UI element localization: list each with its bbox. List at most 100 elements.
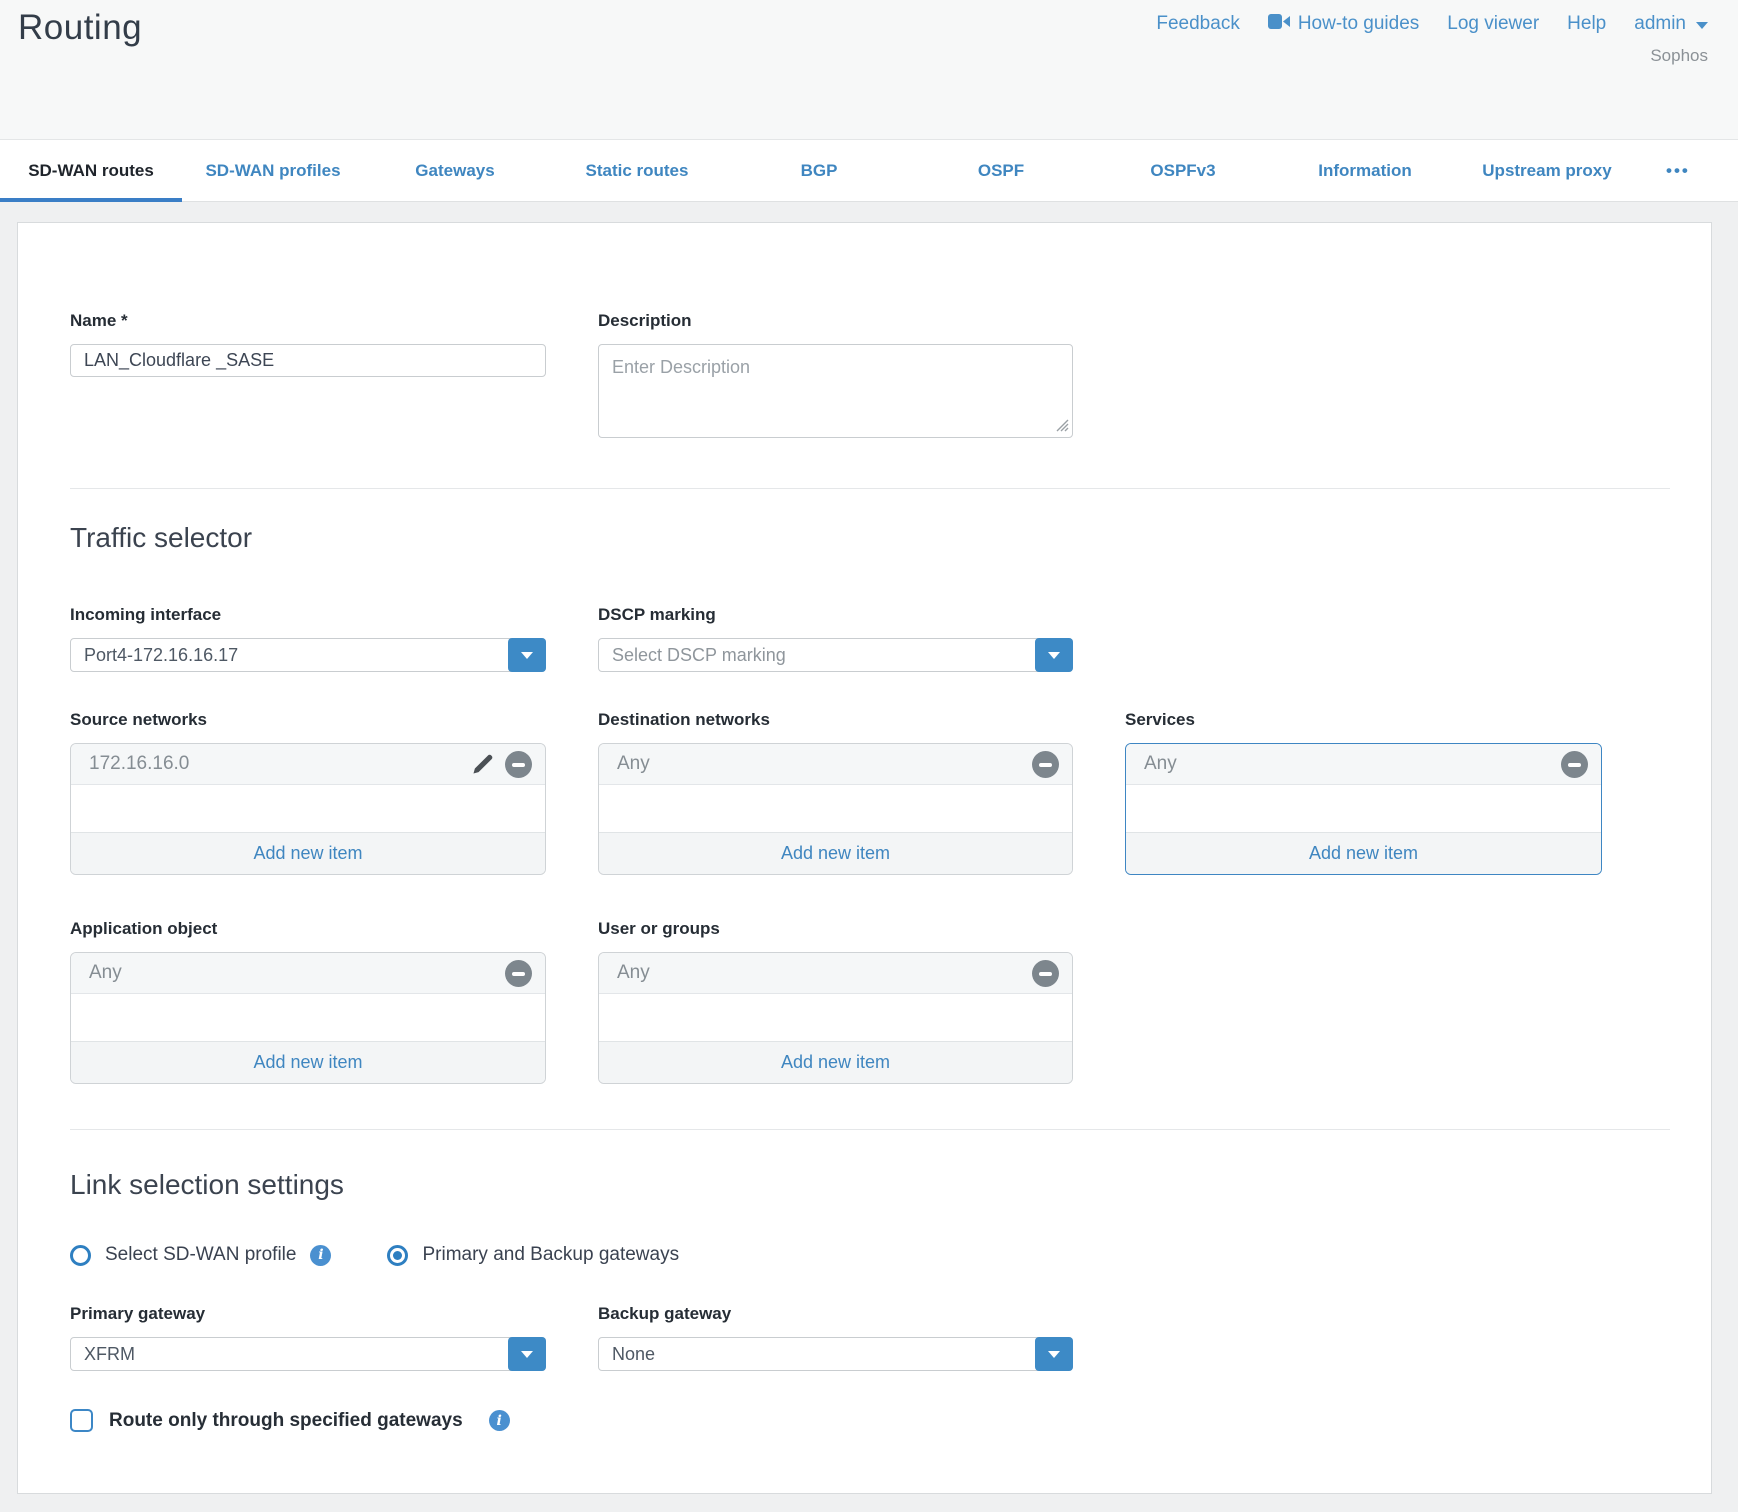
networks-row: Source networks 172.16.16.0 Add new item… [70, 710, 1711, 875]
dscp-marking-select[interactable]: Select DSCP marking [598, 638, 1073, 672]
edit-pencil-icon[interactable] [470, 751, 496, 777]
admin-menu[interactable]: admin [1634, 13, 1708, 35]
caret-down-icon [521, 1351, 533, 1358]
dscp-marking-group: DSCP marking Select DSCP marking [598, 605, 1073, 672]
remove-item-icon[interactable] [1032, 960, 1059, 987]
tabs-more-button[interactable]: ••• [1638, 140, 1738, 201]
tab-sdwan-profiles[interactable]: SD-WAN profiles [182, 140, 364, 201]
user-or-groups-label: User or groups [598, 919, 1073, 939]
traffic-selector-heading: Traffic selector [70, 521, 1711, 555]
list-item: Any [1126, 744, 1601, 785]
section-divider [70, 488, 1670, 489]
remove-item-icon[interactable] [505, 960, 532, 987]
primary-gateway-select[interactable]: XFRM [70, 1337, 546, 1371]
radio-unselected-icon [70, 1245, 91, 1266]
interface-dscp-row: Incoming interface Port4-172.16.16.17 DS… [70, 605, 1711, 672]
add-new-item-button[interactable]: Add new item [1126, 832, 1601, 874]
help-link[interactable]: Help [1567, 13, 1606, 35]
remove-item-icon[interactable] [1032, 751, 1059, 778]
services-group: Services Any Add new item [1125, 710, 1602, 875]
link-selection-radio-row: Select SD-WAN profile i Primary and Back… [70, 1244, 1711, 1266]
item-box-empty-area [71, 994, 545, 1041]
top-nav: Feedback How-to guides Log viewer Help a… [1156, 13, 1708, 35]
add-new-item-button[interactable]: Add new item [599, 832, 1072, 874]
source-networks-box: 172.16.16.0 Add new item [70, 743, 546, 875]
list-item: Any [71, 953, 545, 994]
radio-option-primary-backup[interactable]: Primary and Backup gateways [387, 1244, 679, 1266]
tab-information[interactable]: Information [1274, 140, 1456, 201]
name-description-row: Name * Description [70, 311, 1711, 443]
destination-networks-label: Destination networks [598, 710, 1073, 730]
item-box-empty-area [599, 785, 1072, 832]
brand-label: Sophos [1650, 46, 1708, 66]
required-marker: * [121, 311, 128, 330]
source-networks-label: Source networks [70, 710, 546, 730]
primary-gateway-group: Primary gateway XFRM [70, 1304, 546, 1371]
link-selection-heading: Link selection settings [70, 1168, 1711, 1202]
caret-down-icon [1696, 22, 1708, 29]
description-label: Description [598, 311, 1073, 331]
dropdown-button[interactable] [1035, 638, 1073, 672]
page-title: Routing [18, 8, 142, 48]
tab-sdwan-routes[interactable]: SD-WAN routes [0, 140, 182, 201]
info-icon[interactable]: i [310, 1245, 331, 1266]
description-input[interactable] [598, 344, 1073, 438]
item-box-empty-area [71, 785, 545, 832]
tab-gateways[interactable]: Gateways [364, 140, 546, 201]
gateways-row: Primary gateway XFRM Backup gateway None [70, 1304, 1711, 1371]
user-or-groups-box: Any Add new item [598, 952, 1073, 1084]
add-new-item-button[interactable]: Add new item [71, 832, 545, 874]
radio-option-sdwan-profile[interactable]: Select SD-WAN profile i [70, 1244, 331, 1266]
incoming-interface-select[interactable]: Port4-172.16.16.17 [70, 638, 546, 672]
howto-guides-link[interactable]: How-to guides [1268, 13, 1419, 35]
checkbox-unchecked-icon [70, 1409, 93, 1432]
section-divider [70, 1129, 1670, 1130]
tab-bgp[interactable]: BGP [728, 140, 910, 201]
application-object-box: Any Add new item [70, 952, 546, 1084]
tab-upstream-proxy[interactable]: Upstream proxy [1456, 140, 1638, 201]
remove-item-icon[interactable] [505, 751, 532, 778]
page-header: Routing Feedback How-to guides Log viewe… [0, 0, 1738, 139]
feedback-link[interactable]: Feedback [1156, 13, 1239, 35]
list-item: Any [599, 744, 1072, 785]
radio-selected-icon [387, 1245, 408, 1266]
add-new-item-button[interactable]: Add new item [71, 1041, 545, 1083]
destination-networks-group: Destination networks Any Add new item [598, 710, 1073, 875]
name-input[interactable] [70, 344, 546, 377]
dropdown-button[interactable] [508, 638, 546, 672]
caret-down-icon [1048, 1351, 1060, 1358]
incoming-interface-label: Incoming interface [70, 605, 546, 625]
description-field-group: Description [598, 311, 1073, 443]
tab-ospfv3[interactable]: OSPFv3 [1092, 140, 1274, 201]
services-label: Services [1125, 710, 1602, 730]
log-viewer-link[interactable]: Log viewer [1447, 13, 1539, 35]
tab-static-routes[interactable]: Static routes [546, 140, 728, 201]
backup-gateway-select[interactable]: None [598, 1337, 1073, 1371]
add-new-item-button[interactable]: Add new item [599, 1041, 1072, 1083]
route-form-panel: Name * Description Traffic selector Inco… [17, 222, 1712, 1494]
info-icon[interactable]: i [489, 1410, 510, 1431]
destination-networks-box: Any Add new item [598, 743, 1073, 875]
caret-down-icon [521, 652, 533, 659]
name-field-group: Name * [70, 311, 546, 443]
user-or-groups-group: User or groups Any Add new item [598, 919, 1073, 1084]
dropdown-button[interactable] [1035, 1337, 1073, 1371]
application-object-label: Application object [70, 919, 546, 939]
services-box: Any Add new item [1125, 743, 1602, 875]
tab-ospf[interactable]: OSPF [910, 140, 1092, 201]
application-object-group: Application object Any Add new item [70, 919, 546, 1084]
dscp-marking-label: DSCP marking [598, 605, 1073, 625]
tab-bar: SD-WAN routes SD-WAN profiles Gateways S… [0, 139, 1738, 202]
incoming-interface-group: Incoming interface Port4-172.16.16.17 [70, 605, 546, 672]
item-box-empty-area [599, 994, 1072, 1041]
resize-handle-icon[interactable] [1056, 419, 1069, 437]
remove-item-icon[interactable] [1561, 751, 1588, 778]
name-label: Name * [70, 311, 546, 331]
route-only-checkbox-row[interactable]: Route only through specified gateways i [70, 1409, 1711, 1432]
app-users-row: Application object Any Add new item User… [70, 919, 1711, 1084]
backup-gateway-group: Backup gateway None [598, 1304, 1073, 1371]
dropdown-button[interactable] [508, 1337, 546, 1371]
backup-gateway-label: Backup gateway [598, 1304, 1073, 1324]
item-box-empty-area [1126, 785, 1601, 832]
list-item: 172.16.16.0 [71, 744, 545, 785]
